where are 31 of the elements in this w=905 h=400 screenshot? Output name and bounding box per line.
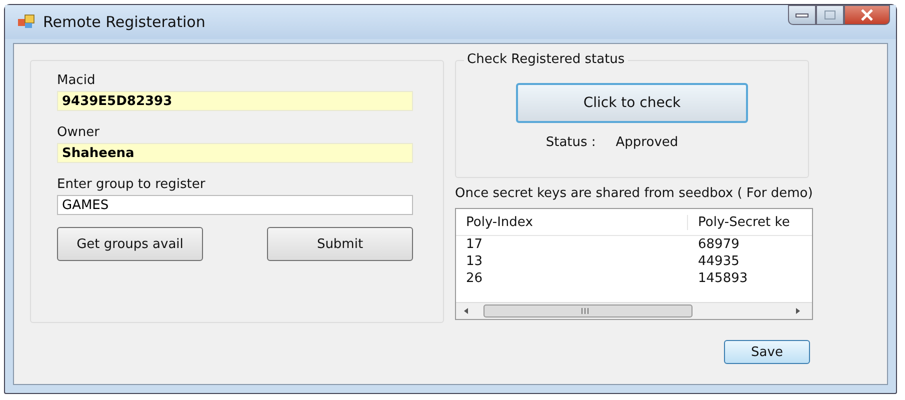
group-title: Check Registered status [464,52,628,67]
save-button[interactable]: Save [724,340,810,364]
minimize-button[interactable] [788,5,816,25]
column-header[interactable]: Poly-Secret ke [688,214,790,230]
table-cell-text: 44935 [697,254,740,269]
maximize-button[interactable] [816,5,844,25]
keys-note: Once secret keys are shared from seedbox ( For demo) [455,186,814,201]
action-button[interactable]: Submit [267,227,413,261]
close-button[interactable] [844,5,890,25]
status-value: Approved [616,135,678,150]
status-label: Status : [546,135,596,150]
text-field[interactable]: 9439E5D82393 [57,91,413,111]
horizontal-scrollbar[interactable] [456,302,812,319]
table-cell-text: 68979 [697,237,740,252]
table-cell-text: 13 [465,254,484,269]
window-title: Remote Registeration [43,13,206,31]
text-field[interactable]: Shaheena [57,143,413,163]
field-label: Owner [57,125,100,140]
app-icon [17,14,35,30]
minimize-icon [795,12,809,18]
table-cell-text: 17 [465,237,484,252]
column-header[interactable]: Poly-Index [456,214,688,230]
close-icon [860,9,874,21]
action-button[interactable]: Get groups avail [57,227,203,261]
maximize-icon [824,10,836,20]
text-field[interactable]: GAMES [57,195,413,215]
field-label: Macid [57,73,96,88]
check-button[interactable]: Click to check [516,83,748,123]
table-cell-text: 26 [465,271,484,286]
field-label: Enter group to register [57,177,206,192]
table-cell-text: 145893 [697,271,748,286]
